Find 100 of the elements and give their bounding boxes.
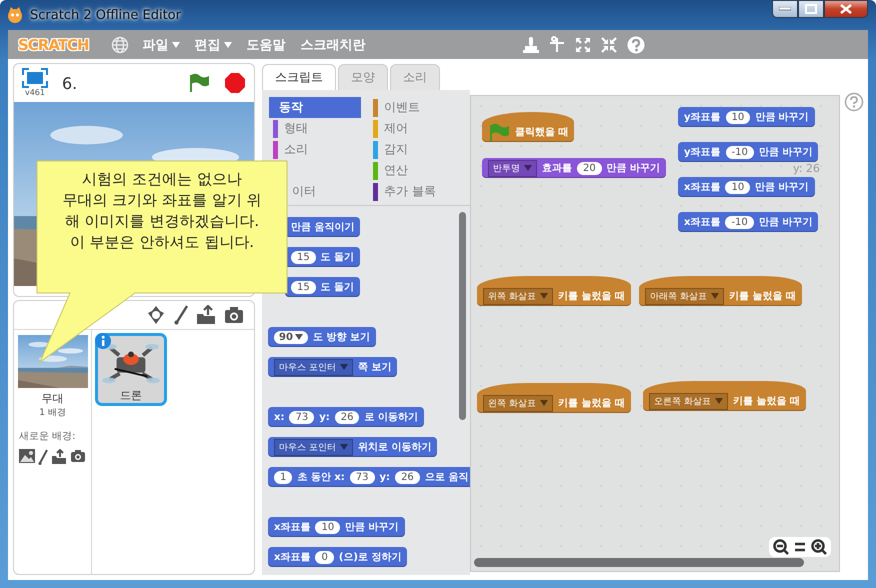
- block-label: y좌표를: [684, 146, 721, 159]
- block-label: y:: [319, 412, 330, 422]
- camera-icon[interactable]: [70, 449, 86, 463]
- code-block[interactable]: 마우스 포인터 쪽 보기: [268, 357, 398, 377]
- category-item[interactable]: 형태: [269, 118, 314, 139]
- zoom-in-icon[interactable]: [811, 539, 827, 555]
- category-item[interactable]: 이터: [292, 181, 322, 202]
- zoom-out-icon[interactable]: [773, 539, 789, 555]
- number-input[interactable]: 26: [334, 410, 360, 424]
- category-item[interactable]: 동작: [269, 97, 361, 118]
- code-block[interactable]: x: 73 y: 26 로 이동하기: [268, 407, 424, 427]
- scrollbar[interactable]: [459, 212, 466, 420]
- block-label: x좌표를: [274, 521, 310, 534]
- number-input[interactable]: 0: [315, 550, 334, 564]
- category-item[interactable]: 소리: [269, 139, 314, 160]
- app-icon: [6, 6, 24, 24]
- block-label: 만큼 바꾸기: [758, 146, 812, 159]
- code-block[interactable]: y좌표를 -10 만큼 바꾸기: [678, 142, 818, 162]
- category-item[interactable]: 감지: [369, 139, 414, 160]
- dropdown-menu[interactable]: 마우스 포인터: [274, 438, 353, 456]
- code-block[interactable]: 위쪽 화살표 키를 눌렀을 때: [477, 276, 631, 306]
- category-item[interactable]: 이벤트: [369, 97, 426, 118]
- code-block[interactable]: y좌표를 10 만큼 바꾸기: [678, 107, 815, 127]
- dropdown-menu[interactable]: 마우스 포인터: [274, 358, 353, 376]
- code-block[interactable]: 1 초 동안 x: 73 y: 26 으로 움직: [268, 467, 470, 487]
- dropdown-menu[interactable]: 오른쪽 화살표: [649, 392, 728, 410]
- paintbrush-icon[interactable]: [174, 305, 188, 325]
- paintbrush-icon[interactable]: [38, 449, 48, 465]
- code-block[interactable]: 만큼 움직이기: [285, 217, 360, 237]
- stop-icon[interactable]: [224, 72, 246, 94]
- sprite-tile[interactable]: 드론: [95, 333, 167, 406]
- help-icon[interactable]: [626, 36, 645, 54]
- grow-icon[interactable]: [574, 36, 591, 52]
- backdrop-count: 1 배경: [39, 407, 66, 419]
- number-input[interactable]: -10: [726, 146, 754, 158]
- flag-icon[interactable]: [188, 73, 210, 93]
- number-input[interactable]: 10: [726, 110, 750, 124]
- maximize-button[interactable]: [798, 0, 824, 18]
- code-block[interactable]: 반투명 효과를 20 만큼 바꾸기: [482, 158, 666, 178]
- maximize-icon: [805, 4, 817, 14]
- block-label: x좌표를: [684, 216, 720, 229]
- minimize-button[interactable]: [772, 0, 798, 18]
- block-label: 으로 움직: [424, 471, 468, 484]
- caret-icon: [540, 400, 548, 406]
- code-block[interactable]: 아래쪽 화살표 키를 눌렀을 때: [639, 276, 802, 306]
- block-label: 쪽 보기: [358, 361, 392, 374]
- caret-icon: [340, 444, 348, 450]
- dropdown-menu[interactable]: 아래쪽 화살표: [645, 288, 724, 304]
- caret-icon: [340, 364, 348, 370]
- code-block[interactable]: x좌표를 0 (으)로 정하기: [268, 547, 408, 567]
- upload-icon[interactable]: [51, 449, 67, 465]
- scrollbar[interactable]: [474, 558, 804, 567]
- dropdown-menu[interactable]: 90: [274, 330, 308, 344]
- number-input[interactable]: 20: [577, 162, 602, 174]
- fullscreen-icon[interactable]: [22, 68, 48, 88]
- number-input[interactable]: 73: [350, 470, 375, 484]
- image-icon[interactable]: [19, 449, 35, 463]
- number-input[interactable]: 10: [315, 520, 340, 534]
- code-block[interactable]: 15 도 돌기: [285, 277, 360, 297]
- code-block[interactable]: x좌표를 -10 만큼 바꾸기: [678, 212, 818, 232]
- stage-label: 무대: [42, 391, 64, 406]
- caret-icon: [524, 165, 532, 171]
- caret-icon: [710, 293, 719, 299]
- code-block[interactable]: x좌표를 10 만큼 바꾸기: [268, 517, 405, 537]
- number-input[interactable]: 1: [274, 470, 292, 484]
- category-item[interactable]: 추가 블록: [369, 181, 442, 202]
- upload-icon[interactable]: [196, 305, 216, 325]
- number-input[interactable]: -10: [725, 216, 754, 228]
- camera-icon[interactable]: [224, 306, 244, 324]
- code-block[interactable]: 90 도 방향 보기: [268, 327, 376, 347]
- category-item[interactable]: 연산: [369, 160, 414, 181]
- number-input[interactable]: 15: [291, 250, 316, 264]
- block-label: 도 방향 보기: [312, 331, 370, 344]
- close-button[interactable]: [824, 0, 868, 18]
- number-input[interactable]: 73: [289, 410, 314, 424]
- code-block[interactable]: 마우스 포인터 위치로 이동하기: [268, 437, 438, 457]
- number-input[interactable]: 26: [395, 470, 420, 484]
- code-block[interactable]: 오른쪽 화살표 키를 눌렀을 때: [643, 381, 806, 411]
- sprite-name: 드론: [120, 388, 142, 403]
- code-block[interactable]: 15 도 돌기: [285, 247, 360, 267]
- shrink-icon[interactable]: [600, 36, 617, 52]
- block-label: (으)로 정하기: [338, 551, 402, 564]
- dropdown-menu[interactable]: 위쪽 화살표: [483, 288, 553, 304]
- category-item[interactable]: 제어: [369, 118, 414, 139]
- block-label: 위치로 이동하기: [358, 441, 432, 454]
- coordinate-readout: y: 26: [793, 162, 820, 175]
- block-label: 만큼 바꾸기: [755, 181, 809, 194]
- number-input[interactable]: 10: [725, 180, 750, 194]
- code-block[interactable]: 왼쪽 화살표 키를 눌렀을 때: [477, 383, 631, 413]
- info-icon[interactable]: [95, 333, 111, 349]
- tab[interactable]: 스크립트: [262, 64, 336, 90]
- code-block[interactable]: x좌표를 10 만큼 바꾸기: [678, 177, 815, 197]
- block-label: 만큼 바꾸기: [758, 216, 812, 229]
- dropdown-menu[interactable]: 반투명: [488, 160, 537, 176]
- new-backdrop-label: 새로운 배경:: [19, 430, 76, 443]
- block-label: 만큼 바꾸기: [755, 111, 809, 124]
- block-label: 키를 눌렀을 때: [732, 395, 800, 408]
- dropdown-menu[interactable]: 왼쪽 화살표: [483, 394, 553, 412]
- stamp-icon[interactable]: [522, 36, 539, 54]
- number-input[interactable]: 15: [291, 280, 316, 294]
